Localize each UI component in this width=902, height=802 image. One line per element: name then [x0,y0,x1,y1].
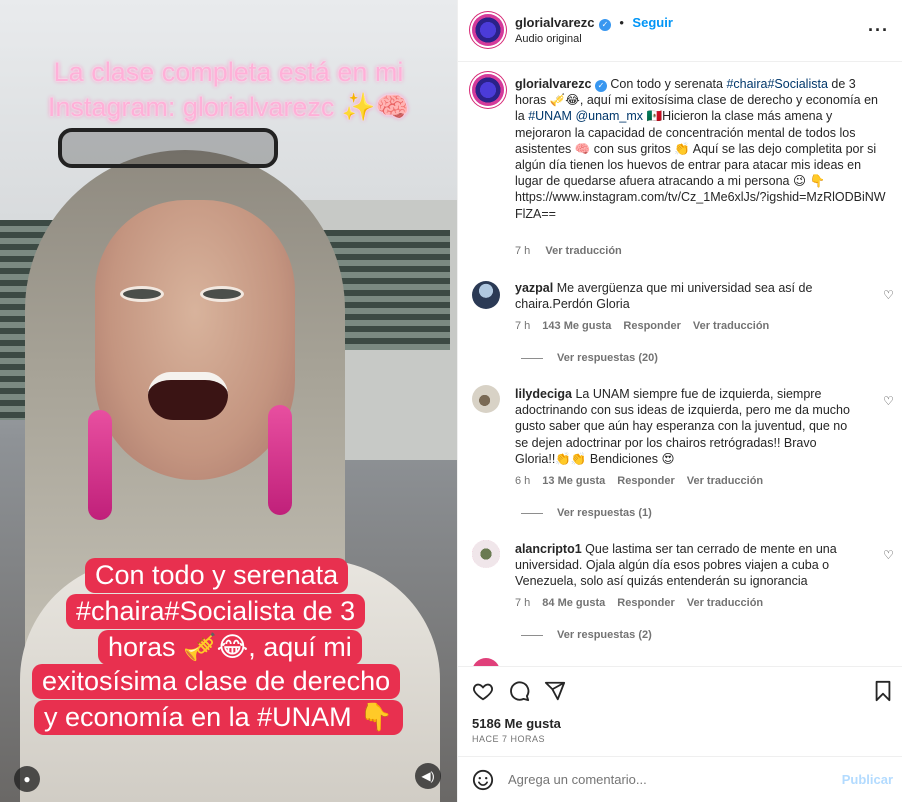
heart-icon[interactable] [472,680,494,702]
view-replies-button[interactable]: Ver respuestas (1) [521,507,652,519]
person-face [95,200,295,480]
video-caption-line: #chaira#Socialista de 3 [66,594,366,629]
emoji-icon[interactable] [472,769,494,791]
comment-username[interactable]: alancripto1 [515,542,582,556]
post-comment-button[interactable]: Publicar [842,772,893,787]
translate-button[interactable]: Ver traducción [687,475,763,487]
likes-count[interactable]: 13 Me gusta [542,475,605,487]
avatar[interactable] [472,540,500,568]
avatar[interactable] [472,385,500,413]
hashtag-link[interactable]: #chaira#Socialista [726,77,827,91]
send-icon[interactable] [544,680,566,702]
add-comment-bar: Publicar [458,756,902,802]
heart-icon[interactable]: ♡ [883,288,894,302]
view-replies-button[interactable]: Ver respuestas (20) [521,352,658,364]
caption-username[interactable]: glorialvarezc [515,77,591,91]
avatar[interactable] [472,14,504,46]
more-horizontal-icon[interactable]: ··· [868,20,889,41]
comment-username[interactable]: lilydeciga [515,387,572,401]
reply-button[interactable]: Responder [623,320,680,332]
earring [268,405,292,515]
avatar[interactable] [472,74,504,106]
comment-text: lilydeciga La UNAM siempre fue de izquie… [515,387,850,466]
person-eye [120,286,164,302]
video-caption-line: exitosísima clase de derecho [32,664,401,699]
translate-button[interactable]: Ver traducción [545,245,621,257]
likes-count[interactable]: 84 Me gusta [542,597,605,609]
speaker-icon[interactable]: ◀) [415,763,441,789]
audio-label[interactable]: Audio original [515,33,582,45]
post-header: glorialvarezc ✓ • Seguir Audio original … [458,0,902,62]
comment-icon[interactable] [508,680,530,702]
likes-count[interactable]: 5186 Me gusta [472,716,561,731]
video-caption-line: Con todo y serenata [85,558,349,593]
heart-icon[interactable]: ♡ [883,394,894,408]
hashtag-link[interactable]: #UNAM [528,109,572,123]
comments-list[interactable]: glorialvarezc ✓ Con todo y serenata #cha… [458,62,902,666]
avatar[interactable] [472,658,500,666]
user-icon[interactable]: ● [14,766,40,792]
translate-button[interactable]: Ver traducción [687,597,763,609]
verified-icon: ✓ [594,80,607,92]
likes-count[interactable]: 143 Me gusta [542,320,611,332]
username[interactable]: glorialvarezc [515,15,595,30]
reply-button[interactable]: Responder [617,597,674,609]
comment-meta: 6 h 13 Me gusta Responder Ver traducción [515,475,764,487]
sunglasses [58,128,278,168]
caption-meta: 7 h Ver traducción [515,245,634,257]
comment-meta: 7 h 143 Me gusta Responder Ver traducción [515,320,770,332]
video-player[interactable]: La clase completa está en mi Instagram: … [0,0,457,802]
person-mouth [148,372,228,420]
comment-text: alancripto1 Que lastima ser tan cerrado … [515,542,837,589]
comment-username[interactable]: yazpal [515,281,553,295]
mention-link[interactable]: @unam_mx [575,109,643,123]
video-caption-line: y economía en la #UNAM 👇 [34,700,403,735]
post-actions: 5186 Me gusta HACE 7 HORAS [458,666,902,756]
comment-meta: 7 h 84 Me gusta Responder Ver traducción [515,597,764,609]
reply-button[interactable]: Responder [617,475,674,487]
comment-input[interactable] [508,772,808,787]
video-caption-line: horas 🎺😂, aquí mi [98,630,362,665]
caption-time: 7 h [515,245,531,257]
follow-button[interactable]: Seguir [632,15,672,30]
reel-post-view: La clase completa está en mi Instagram: … [0,0,902,802]
person-eye [200,286,244,302]
post-side-panel: glorialvarezc ✓ • Seguir Audio original … [457,0,902,802]
translate-button[interactable]: Ver traducción [693,320,769,332]
verified-icon: ✓ [598,19,611,31]
comment-text: yazpal Me avergüenza que mi universidad … [515,281,813,312]
post-time: HACE 7 HORAS [472,734,546,744]
caption-text: glorialvarezc ✓ Con todo y serenata #cha… [515,77,886,221]
earring [88,410,112,520]
view-replies-button[interactable]: Ver respuestas (2) [521,629,652,641]
bookmark-icon[interactable] [873,680,893,702]
heart-icon[interactable]: ♡ [883,548,894,562]
caption-url: https://www.instagram.com/tv/Cz_1Me6xlJs… [515,190,886,221]
video-overlay-title: La clase completa está en mi Instagram: … [47,57,410,122]
avatar[interactable] [472,281,500,309]
